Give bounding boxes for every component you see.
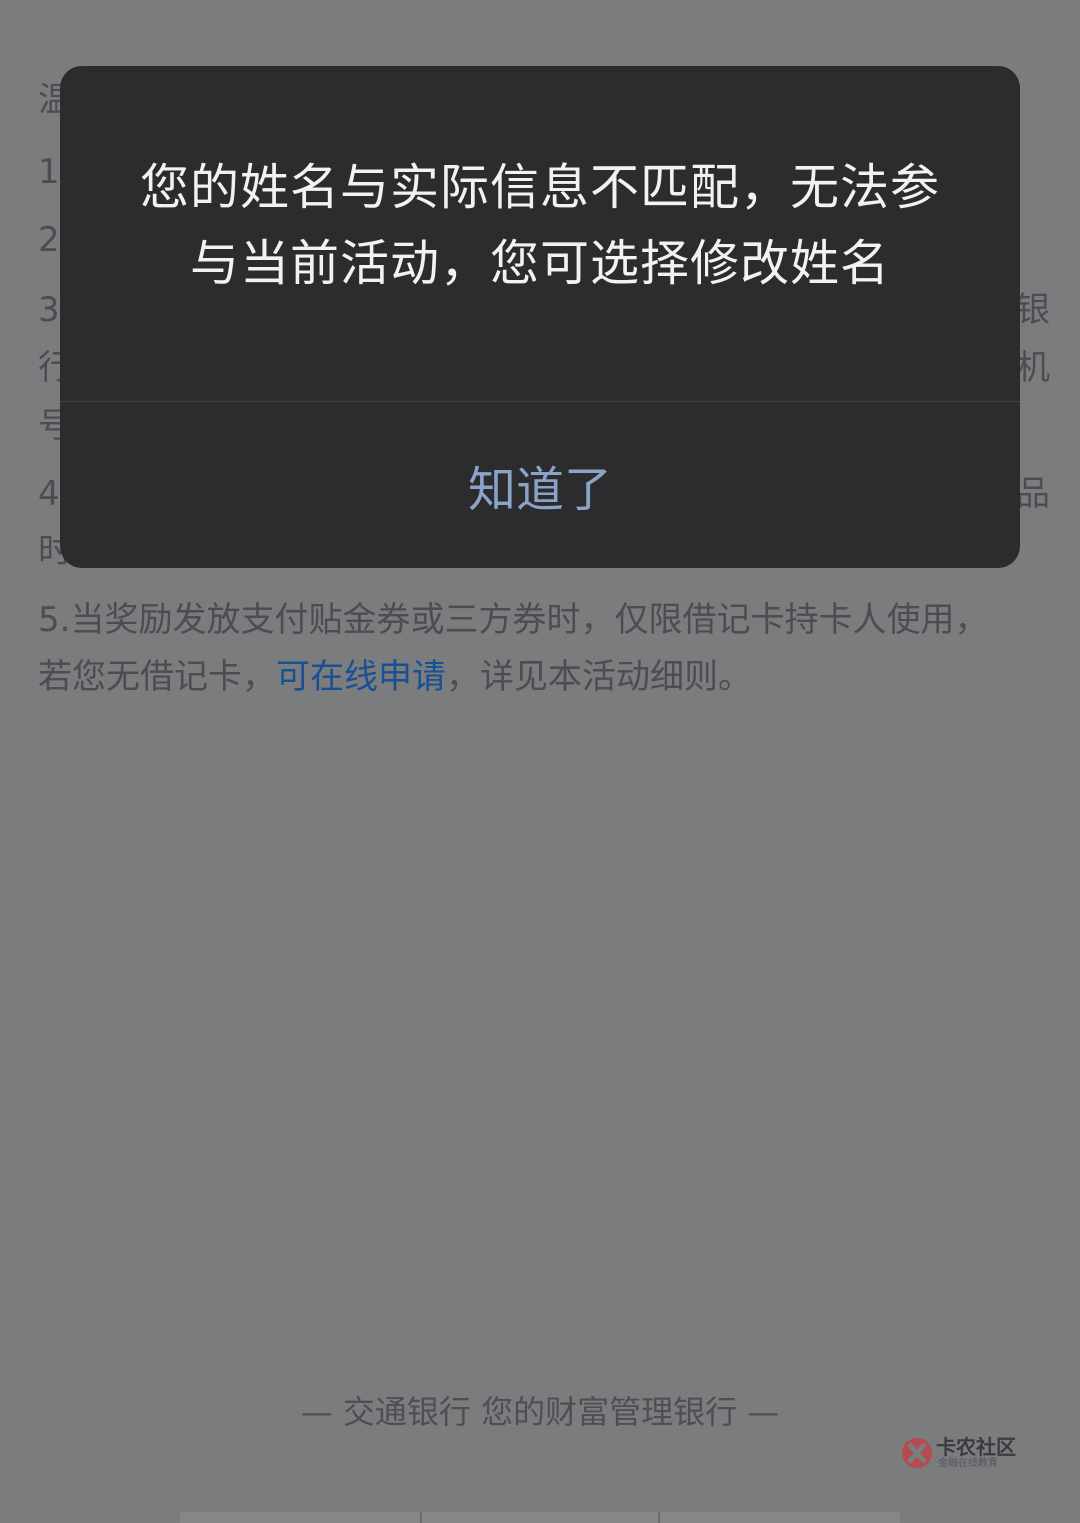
confirm-button[interactable]: 知道了 [60, 402, 1020, 568]
notice-item-5-line-1: 5.当奖励发放支付贴金券或三方券时，仅限借记卡持卡人使用， [38, 600, 989, 640]
notice-item-5-line-2: 若您无借记卡，可在线申请，详见本活动细则。 [38, 649, 752, 706]
notice-item-5-text-b: ，详见本活动细则。 [446, 657, 752, 697]
notice-item-5-text-a: 若您无借记卡， [38, 657, 276, 697]
dialog-message-line-1: 您的姓名与实际信息不匹配，无法参 [139, 159, 940, 216]
notice-item-3-line-2-end: 机 [1016, 348, 1050, 388]
alert-dialog: 您的姓名与实际信息不匹配，无法参 与当前活动，您可选择修改姓名 知道了 [60, 66, 1020, 568]
watermark-logo-icon [902, 1438, 932, 1468]
dialog-message: 您的姓名与实际信息不匹配，无法参 与当前活动，您可选择修改姓名 [60, 150, 1020, 302]
bottom-toolbar-divider [420, 1512, 422, 1523]
watermark-subtitle: 金融在线教育 [938, 1458, 998, 1469]
watermark: 卡农社区 金融在线教育 [900, 1436, 1024, 1474]
watermark-title: 卡农社区 [936, 1435, 1016, 1459]
dialog-message-line-2: 与当前活动，您可选择修改姓名 [189, 235, 890, 292]
notice-item-3-line-1-end: 银 [1016, 290, 1050, 330]
bottom-toolbar-edge [180, 1512, 900, 1523]
notice-item-4-line-1-end: 品 [1016, 474, 1050, 514]
apply-online-link[interactable]: 可在线申请 [276, 657, 446, 697]
bottom-toolbar-divider [658, 1512, 660, 1523]
bank-slogan: — 交通银行 您的财富管理银行 — [300, 1393, 780, 1431]
page: 温 1. 2. 3. 行 号 银 机 4. 时 品 5.当奖励发放支付贴金券或三… [0, 0, 1080, 1523]
